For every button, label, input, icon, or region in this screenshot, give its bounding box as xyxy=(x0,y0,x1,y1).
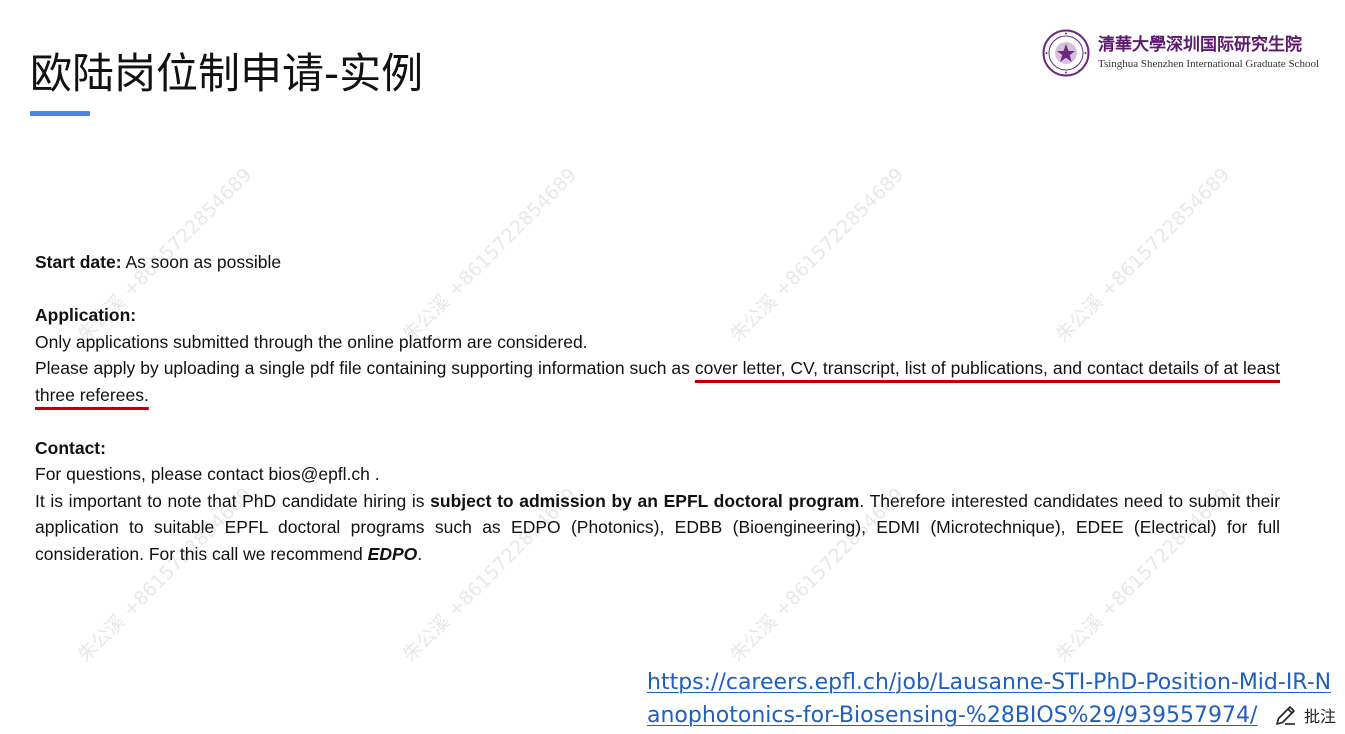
title-accent-bar xyxy=(30,111,90,116)
start-date-value: As soon as possible xyxy=(121,252,282,272)
application-line-1: Only applications submitted through the … xyxy=(35,331,588,352)
annotation-button[interactable]: 批注 xyxy=(1272,700,1337,730)
logo-name-cn: 清華大學深圳国际研究生院 xyxy=(1098,34,1302,55)
job-posting-excerpt: Start date: As soon as possible Applicat… xyxy=(35,249,1280,567)
logo-name-en: Tsinghua Shenzhen International Graduate… xyxy=(1098,57,1319,70)
admission-requirement: subject to admission by an EPFL doctoral… xyxy=(430,490,860,511)
application-line-2: Please apply by uploading a single pdf f… xyxy=(35,355,1280,408)
pencil-icon xyxy=(1276,706,1295,725)
slide-title: 欧陆岗位制申请-实例 xyxy=(30,49,424,98)
university-logo: 清華大學深圳国际研究生院 Tsinghua Shenzhen Internati… xyxy=(1042,28,1332,78)
application-heading: Application: xyxy=(35,305,137,325)
recommended-program: EDPO xyxy=(367,543,418,564)
start-date-line: Start date: As soon as possible xyxy=(35,249,1280,276)
job-posting-link[interactable]: https://careers.epfl.ch/job/Lausanne-STI… xyxy=(647,666,1337,732)
annotation-label: 批注 xyxy=(1304,707,1337,726)
contact-heading: Contact: xyxy=(35,437,106,458)
contact-line-2: It is important to note that PhD candida… xyxy=(35,488,1280,568)
contact-line-1: For questions, please contact bios@epfl.… xyxy=(35,464,380,484)
start-date-label: Start date: xyxy=(35,252,122,272)
tsinghua-seal-icon xyxy=(1042,29,1090,77)
contact-line-2-text: It is important to note that PhD candida… xyxy=(35,490,431,511)
application-line-2-text: Please apply by uploading a single pdf f… xyxy=(35,358,695,378)
contact-line-2-end: . xyxy=(417,543,423,564)
